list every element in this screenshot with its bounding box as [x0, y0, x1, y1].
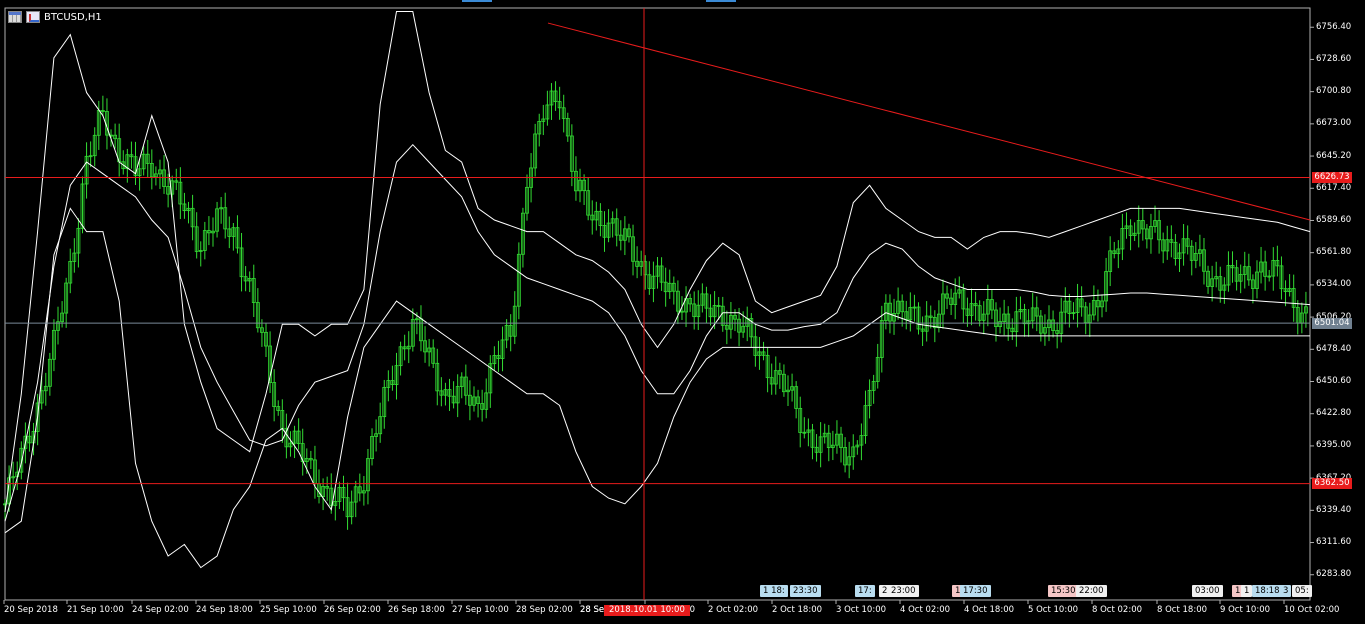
time-tick-label: 5 Oct 10:00 — [1028, 605, 1079, 615]
price-tick-label: 6700.80 — [1316, 86, 1352, 97]
time-tick-label: 4 Oct 18:00 — [964, 605, 1015, 615]
bb-middle-line — [4, 143, 1311, 522]
time-tick-label: 21 Sep 10:00 — [67, 605, 124, 615]
event-marker[interactable]: 22:00 — [1076, 585, 1107, 597]
crosshair-time-label: 2018.10.01 10:00 — [604, 605, 690, 616]
event-marker[interactable]: 1 18: — [760, 585, 788, 597]
event-marker[interactable]: 23:30 — [790, 585, 821, 597]
price-tick-label: 6728.60 — [1316, 53, 1352, 64]
event-marker[interactable]: 05: — [1292, 585, 1312, 597]
price-tick-label: 6450.60 — [1316, 376, 1352, 386]
price-tick-label: 6645.20 — [1316, 150, 1352, 161]
time-tick-label: 25 Sep 10:00 — [260, 605, 317, 615]
price-tick-label: 6395.00 — [1316, 440, 1352, 451]
time-tick-label: 8 Oct 02:00 — [1092, 605, 1143, 615]
price-tick-label: 6589.60 — [1316, 214, 1352, 225]
symbol-title: BTCUSD,H1 — [44, 11, 102, 23]
price-tick-label: 6478.40 — [1316, 343, 1352, 354]
price-tick-label: 6311.60 — [1316, 537, 1352, 548]
price-tick-label: 6422.80 — [1316, 408, 1352, 419]
price-tick-label: 6534.00 — [1316, 279, 1352, 290]
time-tick-label: 2 Oct 18:00 — [772, 605, 823, 615]
time-tick-label: 2 Oct 02:00 — [708, 605, 759, 615]
time-tick-label: 20 Sep 2018 — [4, 605, 58, 615]
price-tick-label: 6673.00 — [1316, 118, 1352, 129]
time-tick-label: 24 Sep 02:00 — [132, 605, 189, 615]
plot-frame — [4, 7, 1311, 601]
event-marker[interactable]: 17: — [855, 585, 875, 597]
price-tick-label: 6283.80 — [1316, 569, 1352, 580]
time-tick-label: 26 Sep 02:00 — [324, 605, 381, 615]
trendline — [547, 22, 1311, 221]
current-price-tag: 6501.04 — [1312, 317, 1352, 329]
top-tab-indicator — [462, 0, 492, 2]
time-tick-label: 28 Sep 02:00 — [516, 605, 573, 615]
top-tab-indicator — [706, 0, 736, 2]
time-tick-label: 4 Oct 02:00 — [900, 605, 951, 615]
event-marker[interactable]: 3 — [1280, 585, 1292, 597]
price-tick-label: 6561.80 — [1316, 247, 1352, 258]
time-tick-label: 9 Oct 10:00 — [1220, 605, 1271, 615]
price-tick-label: 6339.40 — [1316, 504, 1352, 515]
event-marker[interactable]: 17:30 — [960, 585, 991, 597]
hline-price-tag[interactable]: 6626.73 — [1312, 171, 1352, 183]
plot-area[interactable] — [0, 0, 1365, 624]
time-tick-label: 26 Sep 18:00 — [388, 605, 445, 615]
event-marker[interactable]: 15:30 — [1048, 585, 1079, 597]
chart-window[interactable]: BTCUSD,H1 6756.40 6728.60 6700.80 6673.00 66… — [0, 0, 1365, 624]
price-tick-label: 6617.40 — [1316, 182, 1352, 193]
time-tick-label: 3 Oct 10:00 — [836, 605, 887, 615]
event-marker[interactable]: 23:00 — [888, 585, 919, 597]
chart-window-icon[interactable] — [26, 11, 40, 23]
time-tick-label: 8 Oct 18:00 — [1157, 605, 1208, 615]
event-marker[interactable]: 18:18 — [1252, 585, 1283, 597]
hline-price-tag[interactable]: 6362.50 — [1312, 478, 1352, 490]
event-marker[interactable]: 03:00 — [1192, 585, 1223, 597]
time-tick-label: 10 Oct 02:00 — [1284, 605, 1340, 615]
chart-title-bar: BTCUSD,H1 — [8, 9, 102, 25]
chart-list-icon[interactable] — [8, 11, 22, 23]
time-tick-label: 24 Sep 18:00 — [196, 605, 253, 615]
time-tick-label: 27 Sep 10:00 — [452, 605, 509, 615]
event-marker[interactable]: 1 — [1241, 585, 1253, 597]
price-tick-label: 6756.40 — [1316, 21, 1352, 32]
